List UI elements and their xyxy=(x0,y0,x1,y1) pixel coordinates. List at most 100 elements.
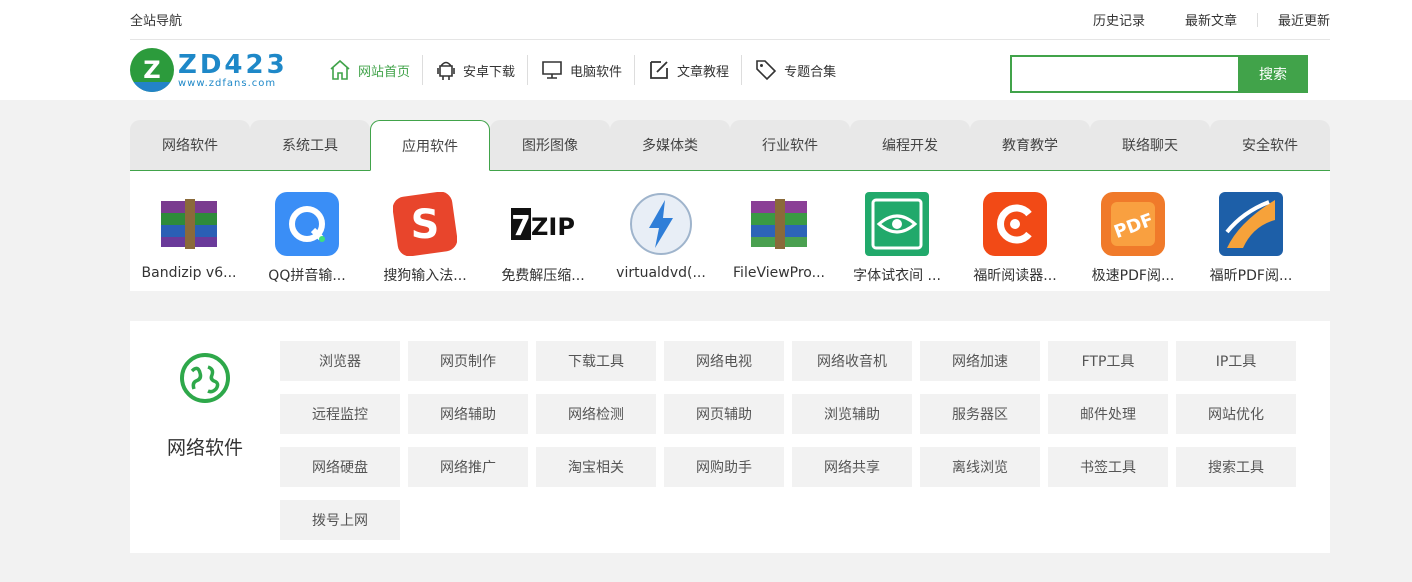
nav-pc[interactable]: 电脑软件 xyxy=(527,55,634,85)
app-name: 极速PDF阅... xyxy=(1091,268,1175,284)
search-button[interactable]: 搜索 xyxy=(1238,55,1308,93)
category-chip[interactable]: 服务器区 xyxy=(920,394,1040,434)
app-name: Bandizip v6... xyxy=(141,265,237,281)
app-name: 福昕阅读器... xyxy=(973,268,1057,284)
category-chip[interactable]: 下载工具 xyxy=(536,341,656,381)
tab-security[interactable]: 安全软件 xyxy=(1210,120,1330,170)
category-chip[interactable]: 网页辅助 xyxy=(664,394,784,434)
category-panel: 网络软件 浏览器 网页制作 下载工具 网络电视 网络收音机 网络加速 FTP工具… xyxy=(130,321,1330,553)
category-chip[interactable]: 书签工具 xyxy=(1048,447,1168,487)
app-item[interactable]: S 搜狗输入法... xyxy=(366,191,484,291)
app-item[interactable]: 字体试衣间 ... xyxy=(838,191,956,291)
nav-articles-label: 文章教程 xyxy=(677,64,730,80)
category-chip[interactable]: 拨号上网 xyxy=(280,500,400,540)
top-bar: 全站导航 历史记录 最新文章 最近更新 xyxy=(130,0,1330,40)
nav-row: Z ZD423 www.zdfans.com 网站首页 安卓下载 电脑软件 文章… xyxy=(130,40,1330,100)
nav-home-label: 网站首页 xyxy=(358,64,411,80)
tab-multimedia[interactable]: 多媒体类 xyxy=(610,120,730,170)
app-name: QQ拼音输... xyxy=(268,268,346,284)
latest-articles-link[interactable]: 最新文章 xyxy=(1145,10,1237,29)
category-title: 网络软件 xyxy=(166,437,243,459)
category-chip[interactable]: 浏览辅助 xyxy=(792,394,912,434)
logo-text: ZD423 www.zdfans.com xyxy=(178,52,288,89)
site-nav-link[interactable]: 全站导航 xyxy=(130,10,182,29)
eye-frame-icon xyxy=(864,191,930,257)
app-item[interactable]: 福昕PDF阅... xyxy=(1192,191,1310,291)
app-item[interactable]: 7 ZIP 免费解压缩... xyxy=(484,191,602,291)
books-stack-icon xyxy=(746,191,812,257)
category-chip[interactable]: IP工具 xyxy=(1176,341,1296,381)
search-box: 搜索 xyxy=(1010,55,1308,93)
category-chip[interactable]: 网络加速 xyxy=(920,341,1040,381)
category-chip[interactable]: 邮件处理 xyxy=(1048,394,1168,434)
7zip-icon: 7 ZIP xyxy=(510,191,576,257)
category-chip[interactable]: 网站优化 xyxy=(1176,394,1296,434)
category-chip[interactable]: 搜索工具 xyxy=(1176,447,1296,487)
tab-chat[interactable]: 联络聊天 xyxy=(1090,120,1210,170)
category-grid: 浏览器 网页制作 下载工具 网络电视 网络收音机 网络加速 FTP工具 IP工具… xyxy=(280,321,1310,553)
search-input[interactable] xyxy=(1010,55,1238,93)
top-links: 历史记录 最新文章 最近更新 xyxy=(1053,10,1330,29)
history-link[interactable]: 历史记录 xyxy=(1053,10,1145,29)
category-chip[interactable]: 网络硬盘 xyxy=(280,447,400,487)
category-chip[interactable]: 浏览器 xyxy=(280,341,400,381)
sogou-icon: S xyxy=(392,191,458,257)
recent-updates-link[interactable]: 最近更新 xyxy=(1238,10,1330,29)
category-chip[interactable]: 淘宝相关 xyxy=(536,447,656,487)
qq-pinyin-icon xyxy=(274,191,340,257)
svg-text:7: 7 xyxy=(511,209,530,242)
category-chip[interactable]: 网络检测 xyxy=(536,394,656,434)
nav-home[interactable]: 网站首页 xyxy=(316,55,422,85)
app-item[interactable]: FileViewPro... xyxy=(720,191,838,291)
app-item[interactable]: virtualdvd(... xyxy=(602,191,720,291)
tab-network[interactable]: 网络软件 xyxy=(130,120,250,170)
android-icon xyxy=(437,61,455,80)
tab-application[interactable]: 应用软件 xyxy=(370,120,490,171)
tag-icon xyxy=(756,60,777,81)
category-chip[interactable]: 网页制作 xyxy=(408,341,528,381)
svg-text:ZIP: ZIP xyxy=(531,213,575,241)
tab-graphics[interactable]: 图形图像 xyxy=(490,120,610,170)
app-item[interactable]: Bandizip v6... xyxy=(130,191,248,291)
nav-android[interactable]: 安卓下载 xyxy=(422,55,527,85)
winrar-books-icon xyxy=(156,191,222,257)
category-chip[interactable]: 网络收音机 xyxy=(792,341,912,381)
app-name: 福昕PDF阅... xyxy=(1209,268,1293,284)
category-chip[interactable]: 离线浏览 xyxy=(920,447,1040,487)
app-list: Bandizip v6... QQ拼音输... S 搜狗输入法... 7 ZIP … xyxy=(130,171,1330,291)
tab-programming[interactable]: 编程开发 xyxy=(850,120,970,170)
app-name: 字体试衣间 ... xyxy=(853,268,941,284)
app-item[interactable]: 福昕阅读器... xyxy=(956,191,1074,291)
category-chip[interactable]: 网络推广 xyxy=(408,447,528,487)
app-item[interactable]: QQ拼音输... xyxy=(248,191,366,291)
category-chip[interactable]: 网络共享 xyxy=(792,447,912,487)
nav-android-label: 安卓下载 xyxy=(463,64,516,80)
monitor-icon xyxy=(542,61,562,79)
daemon-lightning-icon xyxy=(628,191,694,257)
category-chip[interactable]: 远程监控 xyxy=(280,394,400,434)
foxit-icon xyxy=(982,191,1048,257)
logo-title: ZD423 xyxy=(178,49,288,80)
foxit-pdf-icon xyxy=(1218,191,1284,257)
home-icon xyxy=(330,59,350,80)
nav-topics[interactable]: 专题合集 xyxy=(741,55,848,85)
category-chip[interactable]: FTP工具 xyxy=(1048,341,1168,381)
category-chip[interactable]: 网络电视 xyxy=(664,341,784,381)
nav-pc-label: 电脑软件 xyxy=(570,64,623,80)
pdf-icon: PDF xyxy=(1100,191,1166,257)
tab-system[interactable]: 系统工具 xyxy=(250,120,370,170)
category-chip[interactable]: 网络辅助 xyxy=(408,394,528,434)
category-chip[interactable]: 网购助手 xyxy=(664,447,784,487)
svg-text:S: S xyxy=(411,202,440,248)
main-nav: 网站首页 安卓下载 电脑软件 文章教程 专题合集 xyxy=(316,55,848,85)
edit-icon xyxy=(650,61,668,79)
app-name: FileViewPro... xyxy=(733,265,825,281)
tab-education[interactable]: 教育教学 xyxy=(970,120,1090,170)
nav-articles[interactable]: 文章教程 xyxy=(634,55,741,85)
logo-url: www.zdfans.com xyxy=(178,77,277,89)
app-item[interactable]: PDF 极速PDF阅... xyxy=(1074,191,1192,291)
site-header: 全站导航 历史记录 最新文章 最近更新 Z ZD423 www.zdfans.c… xyxy=(0,0,1412,100)
app-name: 免费解压缩... xyxy=(501,268,585,284)
logo[interactable]: Z ZD423 www.zdfans.com xyxy=(130,47,290,93)
tab-industry[interactable]: 行业软件 xyxy=(730,120,850,170)
